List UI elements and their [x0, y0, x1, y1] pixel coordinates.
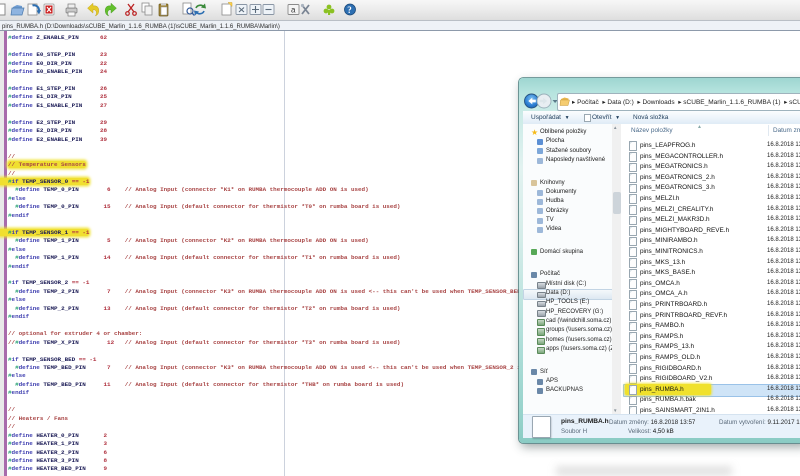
svg-text:a: a	[291, 6, 296, 15]
svg-text:?: ?	[347, 5, 352, 15]
